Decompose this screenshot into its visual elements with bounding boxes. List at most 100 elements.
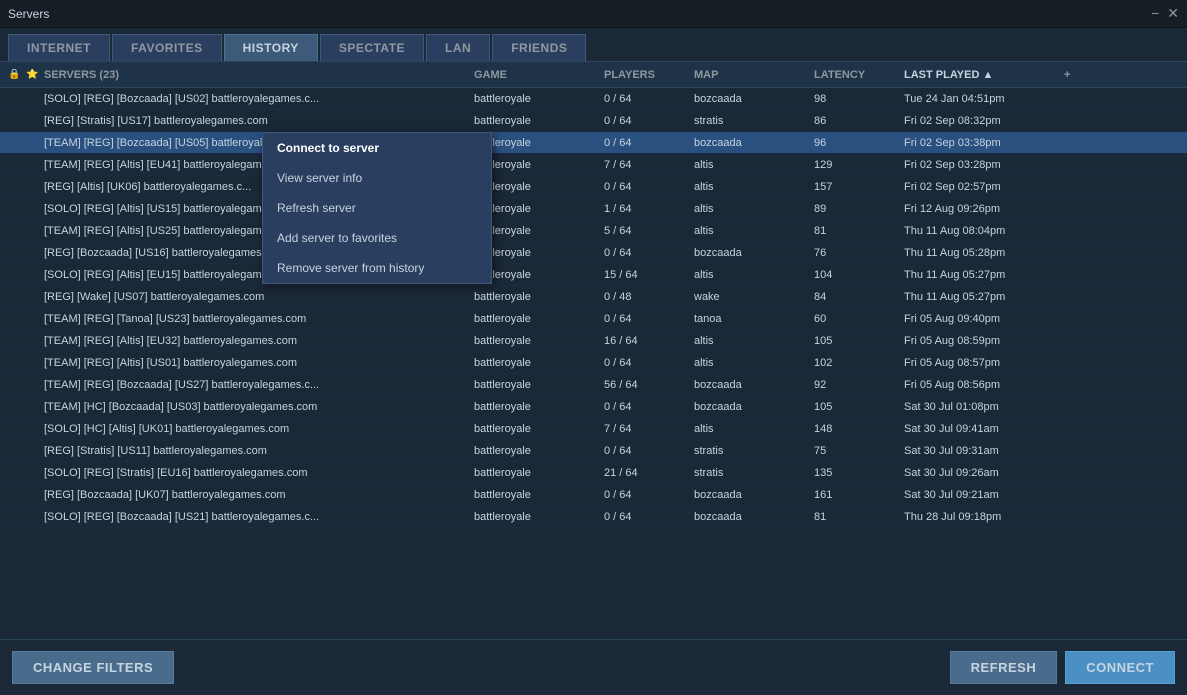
tab-spectate[interactable]: SPECTATE	[320, 34, 424, 61]
map-cell: altis	[690, 225, 810, 237]
map-cell: altis	[690, 203, 810, 215]
close-button[interactable]: ✕	[1167, 5, 1179, 22]
table-row[interactable]: [SOLO] [REG] [Altis] [US15] battleroyale…	[0, 198, 1187, 220]
table-row[interactable]: [SOLO] [REG] [Altis] [EU15] battleroyale…	[0, 264, 1187, 286]
table-row[interactable]: [TEAM] [REG] [Tanoa] [US23] battleroyale…	[0, 308, 1187, 330]
latency-cell: 157	[810, 181, 900, 193]
server-name-cell: [TEAM] [REG] [Altis] [EU32] battleroyale…	[40, 335, 470, 347]
map-cell: altis	[690, 159, 810, 171]
players-cell: 0 / 48	[600, 291, 690, 303]
lastplayed-column-header[interactable]: LAST PLAYED ▲	[900, 69, 1060, 81]
context-menu: Connect to serverView server infoRefresh…	[262, 132, 492, 284]
lastplayed-cell: Fri 05 Aug 09:40pm	[900, 313, 1060, 325]
table-row[interactable]: [REG] [Stratis] [US17] battleroyalegames…	[0, 110, 1187, 132]
game-column-header[interactable]: GAME	[470, 69, 600, 81]
server-name-cell: [REG] [Bozcaada] [UK07] battleroyalegame…	[40, 489, 470, 501]
game-cell: battleroyale	[470, 335, 600, 347]
lastplayed-cell: Sat 30 Jul 01:08pm	[900, 401, 1060, 413]
map-cell: altis	[690, 269, 810, 281]
map-cell: altis	[690, 181, 810, 193]
context-menu-item-refresh[interactable]: Refresh server	[263, 193, 491, 223]
map-column-header[interactable]: MAP	[690, 69, 810, 81]
bookmark-column-header[interactable]: ⭐	[22, 69, 40, 80]
context-menu-item-viewinfo[interactable]: View server info	[263, 163, 491, 193]
latency-cell: 135	[810, 467, 900, 479]
players-cell: 0 / 64	[600, 401, 690, 413]
change-filters-button[interactable]: CHANGE FILTERS	[12, 651, 174, 684]
context-menu-item-addfav[interactable]: Add server to favorites	[263, 223, 491, 253]
tab-lan[interactable]: LAN	[426, 34, 490, 61]
game-cell: battleroyale	[470, 93, 600, 105]
lastplayed-cell: Fri 05 Aug 08:56pm	[900, 379, 1060, 391]
lastplayed-cell: Fri 02 Sep 03:28pm	[900, 159, 1060, 171]
minimize-button[interactable]: −	[1151, 5, 1159, 22]
lastplayed-cell: Fri 02 Sep 08:32pm	[900, 115, 1060, 127]
server-table-container: 🔒 ⭐ SERVERS (23) GAME PLAYERS MAP LATENC…	[0, 62, 1187, 637]
latency-cell: 102	[810, 357, 900, 369]
bottom-bar: CHANGE FILTERS REFRESH CONNECT	[0, 639, 1187, 695]
lastplayed-cell: Sat 30 Jul 09:26am	[900, 467, 1060, 479]
lastplayed-cell: Thu 11 Aug 08:04pm	[900, 225, 1060, 237]
players-cell: 0 / 64	[600, 313, 690, 325]
table-row[interactable]: [TEAM] [REG] [Altis] [US25] battleroyale…	[0, 220, 1187, 242]
latency-cell: 60	[810, 313, 900, 325]
table-row[interactable]: [REG] [Stratis] [US11] battleroyalegames…	[0, 440, 1187, 462]
server-name-cell: [TEAM] [REG] [Altis] [US01] battleroyale…	[40, 357, 470, 369]
server-name-cell: [REG] [Wake] [US07] battleroyalegames.co…	[40, 291, 470, 303]
table-row[interactable]: [REG] [Altis] [UK06] battleroyalegames.c…	[0, 176, 1187, 198]
players-column-header[interactable]: PLAYERS	[600, 69, 690, 81]
lastplayed-cell: Sat 30 Jul 09:31am	[900, 445, 1060, 457]
table-row[interactable]: [TEAM] [REG] [Altis] [EU41] battleroyale…	[0, 154, 1187, 176]
latency-column-header[interactable]: LATENCY	[810, 69, 900, 81]
table-row[interactable]: [TEAM] [REG] [Altis] [US01] battleroyale…	[0, 352, 1187, 374]
latency-cell: 129	[810, 159, 900, 171]
refresh-button[interactable]: REFRESH	[950, 651, 1058, 684]
tab-history[interactable]: HISTORY	[224, 34, 318, 61]
latency-cell: 161	[810, 489, 900, 501]
lastplayed-cell: Thu 11 Aug 05:27pm	[900, 291, 1060, 303]
game-cell: battleroyale	[470, 445, 600, 457]
table-row[interactable]: [TEAM] [REG] [Altis] [EU32] battleroyale…	[0, 330, 1187, 352]
lastplayed-cell: Fri 05 Aug 08:59pm	[900, 335, 1060, 347]
players-cell: 7 / 64	[600, 159, 690, 171]
latency-cell: 81	[810, 511, 900, 523]
lastplayed-cell: Fri 05 Aug 08:57pm	[900, 357, 1060, 369]
game-cell: battleroyale	[470, 489, 600, 501]
map-cell: altis	[690, 335, 810, 347]
tab-favorites[interactable]: FAVORITES	[112, 34, 222, 61]
table-row[interactable]: [SOLO] [REG] [Bozcaada] [US21] battleroy…	[0, 506, 1187, 528]
server-name-cell: [TEAM] [REG] [Bozcaada] [US27] battleroy…	[40, 379, 470, 391]
bottom-right-buttons: REFRESH CONNECT	[950, 651, 1175, 684]
context-menu-item-remove[interactable]: Remove server from history	[263, 253, 491, 283]
table-row[interactable]: [REG] [Bozcaada] [UK07] battleroyalegame…	[0, 484, 1187, 506]
table-row[interactable]: [TEAM] [REG] [Bozcaada] [US05] battleroy…	[0, 132, 1187, 154]
window-controls: − ✕	[1151, 5, 1179, 22]
latency-cell: 148	[810, 423, 900, 435]
context-menu-item-connect[interactable]: Connect to server	[263, 133, 491, 163]
players-cell: 0 / 64	[600, 93, 690, 105]
table-row[interactable]: [SOLO] [HC] [Altis] [UK01] battleroyaleg…	[0, 418, 1187, 440]
table-row[interactable]: [TEAM] [HC] [Bozcaada] [US03] battleroya…	[0, 396, 1187, 418]
title-bar: Servers − ✕	[0, 0, 1187, 28]
lastplayed-cell: Sat 30 Jul 09:41am	[900, 423, 1060, 435]
map-cell: altis	[690, 423, 810, 435]
table-row[interactable]: [SOLO] [REG] [Stratis] [EU16] battleroya…	[0, 462, 1187, 484]
latency-cell: 105	[810, 401, 900, 413]
table-row[interactable]: [REG] [Wake] [US07] battleroyalegames.co…	[0, 286, 1187, 308]
server-name-cell: [REG] [Stratis] [US17] battleroyalegames…	[40, 115, 470, 127]
table-row[interactable]: [TEAM] [REG] [Bozcaada] [US27] battleroy…	[0, 374, 1187, 396]
table-row[interactable]: [REG] [Bozcaada] [US16] battleroyalegame…	[0, 242, 1187, 264]
add-column-header[interactable]: +	[1060, 69, 1084, 81]
tab-internet[interactable]: INTERNET	[8, 34, 110, 61]
lastplayed-cell: Thu 11 Aug 05:28pm	[900, 247, 1060, 259]
latency-cell: 75	[810, 445, 900, 457]
tab-friends[interactable]: FRIENDS	[492, 34, 586, 61]
map-cell: bozcaada	[690, 401, 810, 413]
players-cell: 0 / 64	[600, 137, 690, 149]
connect-button[interactable]: CONNECT	[1065, 651, 1175, 684]
lock-column-header[interactable]: 🔒	[4, 69, 22, 80]
latency-cell: 81	[810, 225, 900, 237]
latency-cell: 96	[810, 137, 900, 149]
table-row[interactable]: [SOLO] [REG] [Bozcaada] [US02] battleroy…	[0, 88, 1187, 110]
servers-column-header[interactable]: SERVERS (23)	[40, 69, 470, 81]
